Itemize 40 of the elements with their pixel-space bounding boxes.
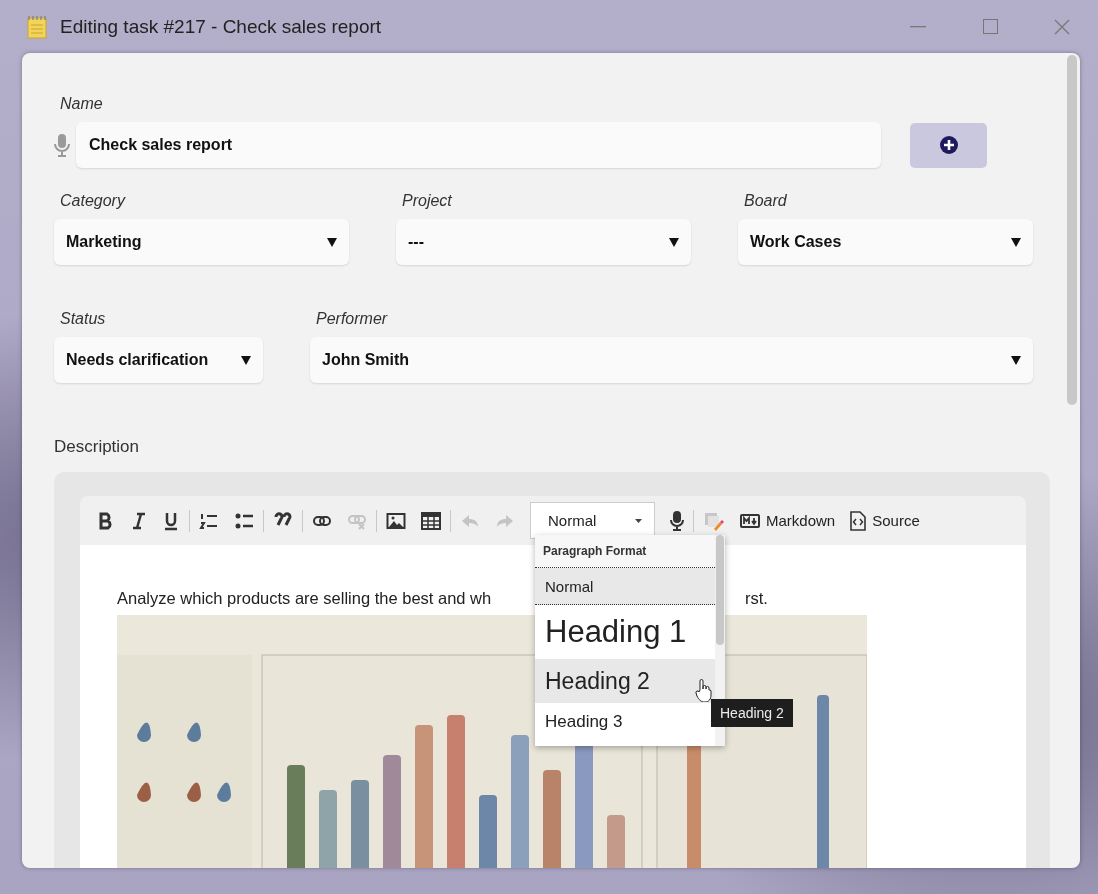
caret-icon [241,355,251,365]
caret-icon [635,518,642,523]
field-label: Project [402,192,452,210]
tooltip: Heading 2 [711,699,793,727]
caret-icon [1011,355,1021,365]
window-title: Editing task #217 - Check sales report [60,15,383,38]
notepad-icon [27,14,47,39]
menu-item[interactable]: Normal [535,568,715,605]
field-label: Board [744,192,787,210]
section-label: Description [54,437,141,457]
dropdown-select[interactable]: Needs clarification [54,337,263,383]
code-file-icon [850,510,867,531]
dropdown-select[interactable]: Marketing [54,219,349,265]
markdown-button[interactable]: Markdown [740,512,836,529]
menu-item[interactable]: Heading 1 [535,605,715,659]
microphone-icon[interactable] [670,510,684,531]
dropdown-select[interactable]: Work Cases [738,219,1033,265]
field-label: Name [60,95,103,113]
paragraph-text: Analyze which products are selling the best and wh [117,589,493,609]
menu-header: Paragraph Format [535,535,715,568]
caret-icon [1011,237,1021,247]
dropdown-select[interactable]: --- [396,219,691,265]
source-button[interactable]: Source [850,510,920,531]
image-icon[interactable] [386,510,406,531]
format-select[interactable]: Normal [530,502,655,539]
paragraph-text: rst. [745,589,769,609]
field-label: Performer [316,310,388,328]
field-label: Status [60,310,106,328]
dropdown-select[interactable]: John Smith [310,337,1033,383]
field-label: Category [60,192,125,210]
menu-item[interactable]: Heading 2 [535,659,715,703]
caret-icon [669,237,679,247]
plus-icon [939,136,958,154]
hand-cursor-icon [695,678,712,702]
table-icon[interactable] [421,510,441,531]
caret-icon [327,237,337,247]
underline-icon[interactable] [162,510,180,531]
add-button[interactable] [910,122,987,168]
name-input[interactable]: Check sales report [76,122,881,168]
markdown-icon [740,513,760,528]
